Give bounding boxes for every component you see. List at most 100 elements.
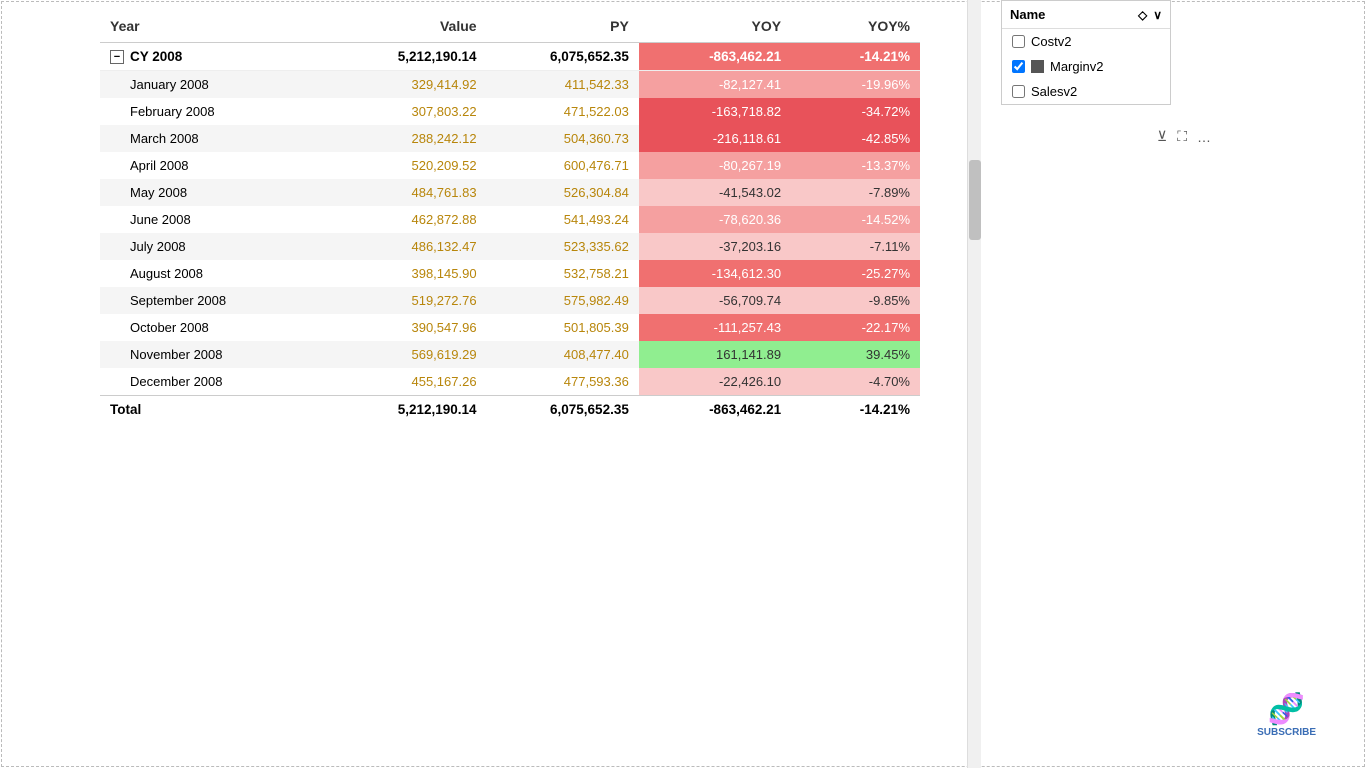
month-row: February 2008 307,803.22 471,522.03 -163…	[100, 98, 920, 125]
total-py-cell: 6,075,652.35	[487, 396, 639, 424]
month-name-cell: July 2008	[100, 233, 334, 260]
chevron-down-icon[interactable]: ∨	[1153, 8, 1162, 22]
filter-item[interactable]: Costv2	[1002, 29, 1170, 54]
clear-icon[interactable]: ◇	[1138, 8, 1147, 22]
month-yoy-cell: -82,127.41	[639, 71, 791, 99]
filter-checkbox[interactable]	[1012, 60, 1025, 73]
month-name-cell: November 2008	[100, 341, 334, 368]
month-yoy-pct-cell: -9.85%	[791, 287, 920, 314]
total-label-cell: Total	[100, 396, 334, 424]
month-value-cell: 519,272.76	[334, 287, 486, 314]
month-py-cell: 411,542.33	[487, 71, 639, 99]
month-yoy-pct-cell: -7.11%	[791, 233, 920, 260]
month-py-cell: 471,522.03	[487, 98, 639, 125]
month-row: October 2008 390,547.96 501,805.39 -111,…	[100, 314, 920, 341]
month-name-cell: June 2008	[100, 206, 334, 233]
month-yoy-cell: -78,620.36	[639, 206, 791, 233]
col-header-yoy[interactable]: YOY	[639, 10, 791, 43]
month-yoy-pct-cell: -19.96%	[791, 71, 920, 99]
filter-panel: Name ◇ ∨ Costv2 Marginv2 Salesv2	[1001, 0, 1171, 105]
month-name-cell: May 2008	[100, 179, 334, 206]
month-name-cell: August 2008	[100, 260, 334, 287]
cy-py-cell: 6,075,652.35	[487, 43, 639, 71]
subscribe-label: SUBSCRIBE	[1257, 727, 1316, 738]
month-value-cell: 462,872.88	[334, 206, 486, 233]
scrollbar-thumb[interactable]	[969, 160, 981, 240]
month-name-cell: October 2008	[100, 314, 334, 341]
month-yoy-cell: -80,267.19	[639, 152, 791, 179]
month-value-cell: 390,547.96	[334, 314, 486, 341]
month-value-cell: 520,209.52	[334, 152, 486, 179]
month-yoy-pct-cell: -22.17%	[791, 314, 920, 341]
month-yoy-pct-cell: -14.52%	[791, 206, 920, 233]
cy-row: − CY 2008 5,212,190.14 6,075,652.35 -863…	[100, 43, 920, 71]
month-yoy-cell: -22,426.10	[639, 368, 791, 396]
month-py-cell: 504,360.73	[487, 125, 639, 152]
cy-label-text: CY 2008	[130, 49, 182, 64]
filter-item-label: Marginv2	[1050, 59, 1103, 74]
month-name-cell: February 2008	[100, 98, 334, 125]
filter-panel-title: Name	[1010, 7, 1045, 22]
month-py-cell: 526,304.84	[487, 179, 639, 206]
icon-toolbar: ⊻ ⛶ …	[1157, 128, 1211, 145]
month-name-cell: April 2008	[100, 152, 334, 179]
month-row: December 2008 455,167.26 477,593.36 -22,…	[100, 368, 920, 396]
month-py-cell: 523,335.62	[487, 233, 639, 260]
month-py-cell: 600,476.71	[487, 152, 639, 179]
scrollbar[interactable]	[967, 0, 981, 768]
col-header-value[interactable]: Value	[334, 10, 486, 43]
filter-item[interactable]: Marginv2	[1002, 54, 1170, 79]
month-yoy-cell: -37,203.16	[639, 233, 791, 260]
data-table: Year Value PY YOY YOY% − CY 2008 5,212,1…	[100, 10, 920, 423]
filter-checkbox[interactable]	[1012, 35, 1025, 48]
color-box	[1031, 60, 1044, 73]
more-icon[interactable]: …	[1197, 129, 1211, 145]
month-row: June 2008 462,872.88 541,493.24 -78,620.…	[100, 206, 920, 233]
filter-checkbox[interactable]	[1012, 85, 1025, 98]
month-row: April 2008 520,209.52 600,476.71 -80,267…	[100, 152, 920, 179]
filter-item-label: Costv2	[1031, 34, 1071, 49]
subscribe-watermark: 🧬 SUBSCRIBE	[1257, 692, 1316, 738]
collapse-button[interactable]: −	[110, 50, 124, 64]
month-yoy-cell: 161,141.89	[639, 341, 791, 368]
month-yoy-cell: -56,709.74	[639, 287, 791, 314]
month-value-cell: 288,242.12	[334, 125, 486, 152]
month-py-cell: 541,493.24	[487, 206, 639, 233]
month-row: May 2008 484,761.83 526,304.84 -41,543.0…	[100, 179, 920, 206]
cy-year-cell: − CY 2008	[100, 43, 334, 71]
col-header-year[interactable]: Year	[100, 10, 334, 43]
expand-icon[interactable]: ⛶	[1177, 128, 1187, 145]
month-yoy-pct-cell: -13.37%	[791, 152, 920, 179]
month-yoy-pct-cell: -4.70%	[791, 368, 920, 396]
month-value-cell: 307,803.22	[334, 98, 486, 125]
filter-panel-header: Name ◇ ∨	[1002, 1, 1170, 29]
month-value-cell: 569,619.29	[334, 341, 486, 368]
filter-icon[interactable]: ⊻	[1157, 128, 1167, 145]
month-yoy-cell: -111,257.43	[639, 314, 791, 341]
month-yoy-pct-cell: -25.27%	[791, 260, 920, 287]
col-header-py[interactable]: PY	[487, 10, 639, 43]
filter-item[interactable]: Salesv2	[1002, 79, 1170, 104]
col-header-yoy-pct[interactable]: YOY%	[791, 10, 920, 43]
total-value-cell: 5,212,190.14	[334, 396, 486, 424]
dna-icon: 🧬	[1257, 692, 1316, 727]
filter-item-label: Salesv2	[1031, 84, 1077, 99]
month-py-cell: 501,805.39	[487, 314, 639, 341]
filter-items-container: Costv2 Marginv2 Salesv2	[1002, 29, 1170, 104]
month-value-cell: 484,761.83	[334, 179, 486, 206]
month-name-cell: January 2008	[100, 71, 334, 99]
table-header-row: Year Value PY YOY YOY%	[100, 10, 920, 43]
month-name-cell: March 2008	[100, 125, 334, 152]
total-yoy-pct-cell: -14.21%	[791, 396, 920, 424]
month-py-cell: 408,477.40	[487, 341, 639, 368]
month-value-cell: 455,167.26	[334, 368, 486, 396]
table-container: Year Value PY YOY YOY% − CY 2008 5,212,1…	[0, 0, 980, 768]
month-py-cell: 477,593.36	[487, 368, 639, 396]
month-name-cell: December 2008	[100, 368, 334, 396]
month-yoy-cell: -216,118.61	[639, 125, 791, 152]
month-row: July 2008 486,132.47 523,335.62 -37,203.…	[100, 233, 920, 260]
month-yoy-pct-cell: -42.85%	[791, 125, 920, 152]
filter-panel-header-icons: ◇ ∨	[1138, 8, 1162, 22]
month-yoy-pct-cell: 39.45%	[791, 341, 920, 368]
month-row: January 2008 329,414.92 411,542.33 -82,1…	[100, 71, 920, 99]
